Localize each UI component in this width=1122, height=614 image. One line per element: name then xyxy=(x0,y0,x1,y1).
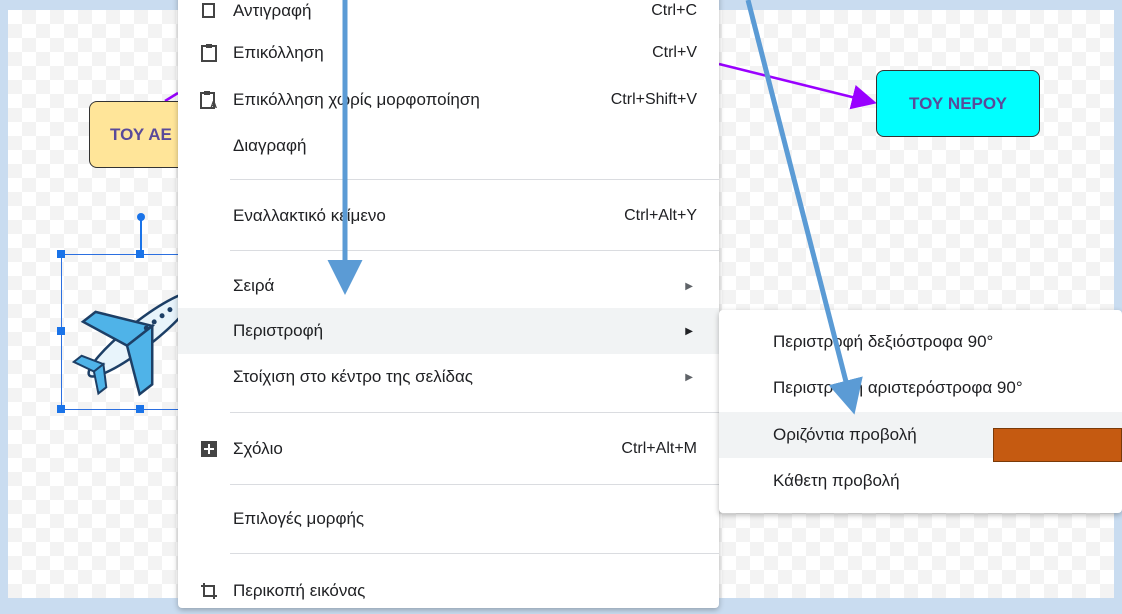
annotation-arrows xyxy=(327,0,863,415)
annotation-arrow-2 xyxy=(745,0,863,415)
